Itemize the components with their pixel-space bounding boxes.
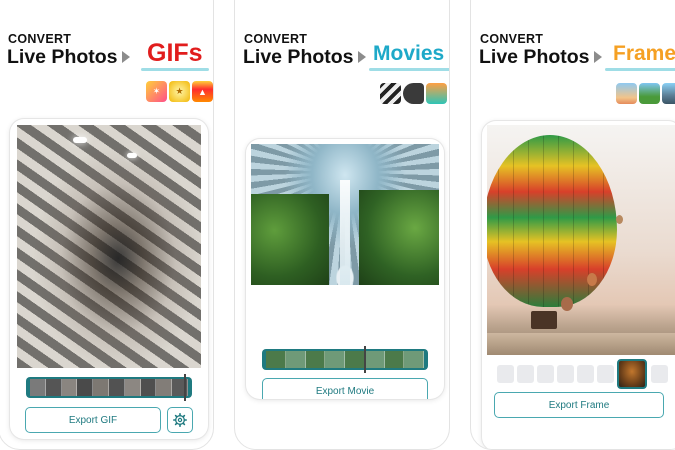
fire-icon: ▲ [192,81,213,102]
frame-timeline[interactable] [262,346,428,373]
emoji-row [616,83,675,104]
phone-screen: Export Movie [246,139,444,399]
forest-right [359,190,439,285]
phone-screen: Export GIF [10,119,208,439]
title-underline [141,68,209,71]
rain-vortex-photo[interactable] [251,144,439,285]
target-format-label: GIFs [147,39,203,67]
hot-air-balloon-photo[interactable] [487,125,675,355]
balloon-envelope [487,135,617,307]
ceiling-light [73,137,87,143]
source-label: Live Photos [243,46,354,68]
triangle-right-icon [358,51,366,63]
triangle-right-icon [594,51,602,63]
movie-camera-icon [403,83,424,104]
export-movie-button[interactable]: Export Movie [262,378,428,399]
distant-balloon [616,215,623,224]
source-label: Live Photos [7,46,118,68]
blurred-live-photo[interactable] [17,125,201,368]
ground [487,333,675,355]
convert-label: CONVERT [480,32,544,46]
source-label: Live Photos [479,46,590,68]
movie-panel: CONVERT Live Photos Movies Export Movie [234,0,450,450]
distant-balloon [587,273,597,286]
timeline-end-handle[interactable] [184,374,186,401]
balloon-basket [531,311,557,329]
convert-label: CONVERT [8,32,72,46]
timeline-playhead[interactable] [364,346,366,373]
distant-balloon [561,297,573,311]
gif-panel: CONVERT Live Photos GIFs ✶ ★ ▲ Export GI… [0,0,214,450]
emoji-row [380,83,447,104]
forest-left [251,194,329,285]
triangle-right-icon [122,51,130,63]
phone-screen: Export Frame [482,121,675,449]
convert-label: CONVERT [244,32,308,46]
emoji-row: ✶ ★ ▲ [146,81,213,102]
sunrise-icon [616,83,637,104]
settings-button[interactable] [167,407,193,433]
frame-timeline[interactable] [26,374,192,401]
selected-frame-thumbnail[interactable] [617,359,647,389]
title-underline [369,68,449,71]
national-park-icon [639,83,660,104]
gear-icon [173,413,187,427]
export-frame-button[interactable]: Export Frame [494,392,664,418]
export-gif-button[interactable]: Export GIF [25,407,161,433]
party-popper-icon: ✶ [146,81,167,102]
mermaid-icon [426,83,447,104]
cityscape-icon [662,83,675,104]
clapperboard-icon [380,83,401,104]
title-underline [605,68,675,71]
ceiling-light [127,153,137,158]
waterfall [340,180,350,285]
target-format-label: Movies [373,42,445,65]
dizzy-icon: ★ [169,81,190,102]
target-format-label: Frame [613,42,675,65]
frame-thumbnail-strip[interactable] [495,359,668,389]
frame-panel: CONVERT Live Photos Frame Export Frame [470,0,675,450]
